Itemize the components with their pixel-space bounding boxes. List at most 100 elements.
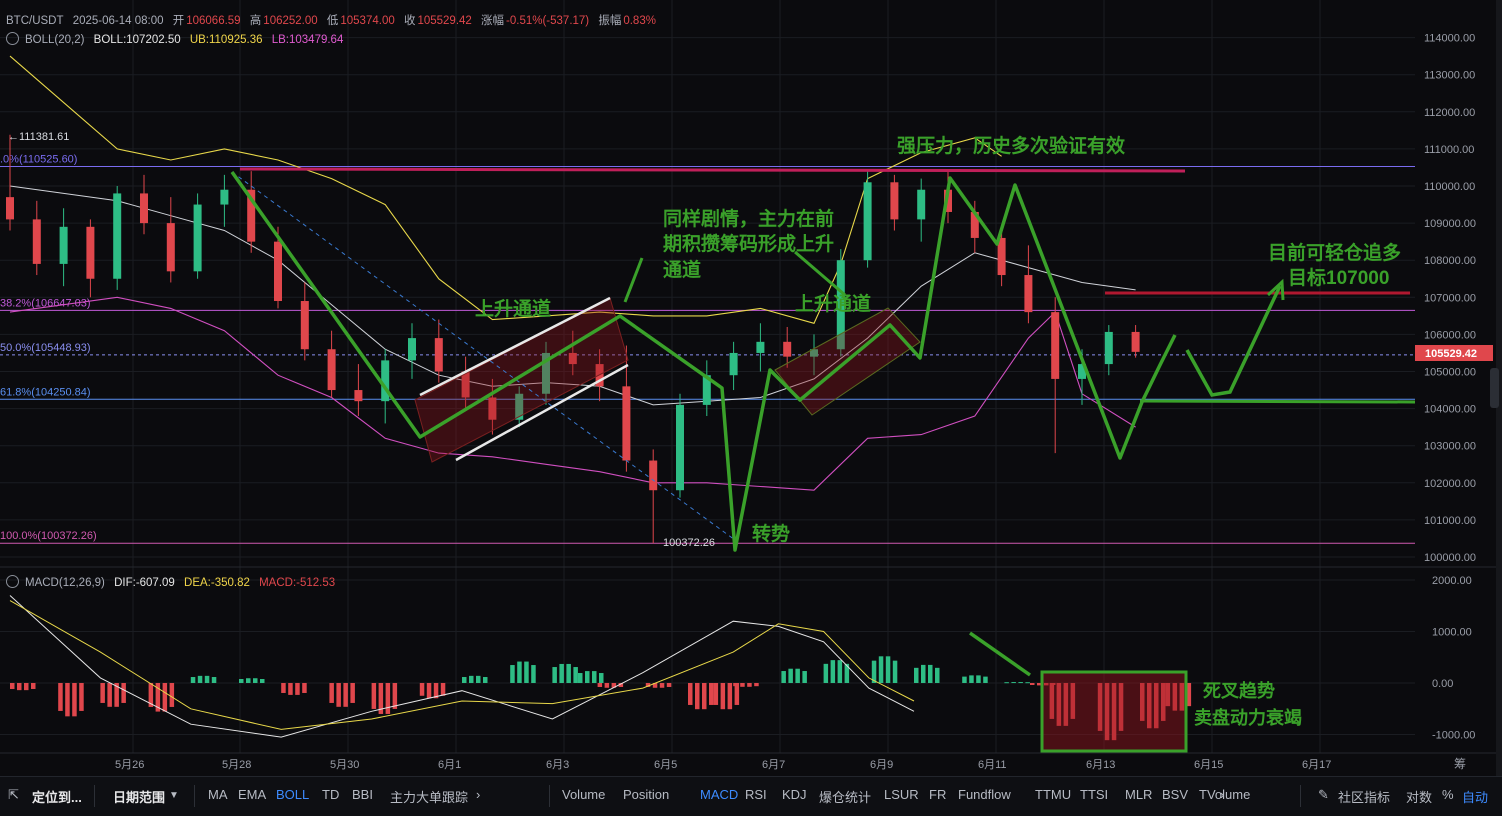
indicator-option-tvolume[interactable]: TVolume (1199, 787, 1250, 802)
open-value: 106066.59 (186, 15, 241, 27)
datetime-label: 2025-06-14 08:00 (72, 15, 164, 27)
chart-annotation: 目前可轻仓追多 (1268, 241, 1401, 264)
log-scale-button[interactable]: 对数 (1406, 787, 1432, 806)
edit-icon[interactable]: ✎ (1318, 787, 1329, 803)
divider (1300, 785, 1301, 807)
chip-distribution-label: 筹 (1454, 757, 1466, 771)
macd-histogram-bar (578, 673, 583, 683)
candle-body (300, 301, 309, 350)
date-tick-label: 6月5 (654, 759, 677, 771)
candle-body (166, 223, 175, 272)
indicator-option-td[interactable]: TD (322, 787, 339, 802)
indicator-option-lsur[interactable]: LSUR (884, 787, 919, 802)
price-tick-label: 108000.00 (1424, 255, 1476, 267)
indicator-option-bbi[interactable]: BBI (352, 787, 373, 802)
indicator-option-ema[interactable]: EMA (238, 787, 266, 802)
fib-level-label: 50.0%(105448.93) (0, 342, 91, 354)
macd-histogram-bar (295, 683, 300, 695)
support-line (1139, 399, 1416, 404)
macd-histogram-bar (65, 683, 70, 717)
macd-annotation: 死叉趋势 (1203, 680, 1275, 701)
indicator-option-ttsi[interactable]: TTSI (1080, 787, 1108, 802)
indicator-option-ttmu[interactable]: TTMU (1035, 787, 1071, 802)
fib-level-label: 61.8%(104250.84) (0, 386, 91, 398)
date-tick-label: 5月30 (330, 759, 359, 771)
chart-canvas[interactable]: 114000.00 113000.00 112000.00 111000.00 1100… (0, 0, 1502, 776)
indicator-option-ma[interactable]: MA (208, 787, 228, 802)
candle-body (676, 404, 684, 491)
chart-annotation: 转势 (752, 522, 790, 545)
divider (94, 785, 95, 807)
indicator-option-rsi[interactable]: RSI (745, 787, 767, 802)
chevron-down-icon[interactable]: ▼ (169, 790, 179, 801)
indicator-option-kdj[interactable]: KDJ (782, 787, 807, 802)
indicator-option-爆仓统计[interactable]: 爆仓统计 (819, 787, 871, 806)
price-tick-label: 101000.00 (1424, 515, 1476, 527)
macd-histogram-bar (197, 675, 203, 683)
macd-histogram-bar (350, 683, 355, 703)
indicator-option-position[interactable]: Position (623, 787, 669, 802)
macd-histogram-bar (740, 683, 745, 687)
macd-histogram-bar (688, 683, 693, 705)
indicator-option-mlr[interactable]: MLR (1125, 787, 1152, 802)
macd-histogram-bar (24, 683, 29, 691)
candle-body (354, 390, 363, 402)
macd-histogram-bar (599, 673, 604, 683)
candle-body (32, 219, 41, 264)
price-tick-label: 111000.00 (1424, 144, 1474, 156)
indicator-option-bsv[interactable]: BSV (1162, 787, 1188, 802)
macd-histogram-bar (666, 683, 672, 687)
macd-histogram-bar (469, 675, 474, 683)
indicator-option-主力大单跟踪[interactable]: 主力大单跟踪 (390, 787, 468, 806)
date-range-button[interactable]: 日期范围 (113, 787, 165, 806)
candle-body (863, 182, 872, 261)
indicator-option-volume[interactable]: Volume (562, 787, 605, 802)
scale-drag-handle[interactable] (1490, 368, 1499, 408)
price-tick-label: 106000.00 (1424, 329, 1476, 341)
macd-hist-value: MACD:-512.53 (259, 577, 336, 589)
amplitude-value: 0.83% (623, 15, 656, 27)
percent-scale-button[interactable]: % (1442, 787, 1454, 802)
price-tick-label: 104000.00 (1424, 404, 1476, 416)
community-indicators-button[interactable]: 社区指标 (1338, 787, 1390, 806)
macd-histogram-bar (969, 675, 974, 683)
macd-histogram-bar (371, 683, 377, 709)
chevron-right-icon[interactable]: › (1220, 787, 1224, 802)
macd-histogram-bar (169, 683, 175, 707)
macd-histogram-bar (585, 671, 590, 683)
locate-icon[interactable]: ⇱ (8, 787, 19, 803)
auto-scale-button[interactable]: 自动 (1462, 787, 1488, 806)
chevron-right-icon[interactable]: › (476, 787, 480, 802)
indicator-option-boll[interactable]: BOLL (276, 787, 309, 802)
macd-histogram-bar (253, 678, 258, 683)
macd-histogram-bar (837, 660, 843, 683)
macd-histogram-bar (302, 683, 307, 693)
macd-dif-value: DIF:-607.09 (114, 577, 175, 589)
macd-histogram-bar (573, 667, 578, 683)
indicator-option-fundflow[interactable]: Fundflow (958, 787, 1011, 802)
macd-histogram-bar (976, 675, 981, 683)
fib-level-label: 100.0%(100372.26) (0, 530, 97, 542)
candle-body (434, 338, 443, 372)
price-tick-label: 103000.00 (1424, 441, 1476, 453)
macd-histogram-bar (392, 683, 398, 709)
macd-histogram-bar (962, 676, 967, 683)
date-tick-label: 6月15 (1194, 759, 1223, 771)
macd-histogram-bar (702, 683, 707, 710)
eye-icon[interactable] (6, 575, 19, 588)
chart-background (0, 0, 1502, 776)
macd-histogram-bar (239, 679, 244, 683)
macd-histogram-bar (281, 683, 286, 693)
date-tick-label: 6月9 (870, 759, 893, 771)
boll-name[interactable]: BOLL(20,2) (25, 34, 84, 46)
chart-annotation: 上升通道 (795, 292, 871, 315)
chart-area[interactable]: 114000.00 113000.00 112000.00 111000.00 1100… (0, 0, 1502, 815)
candle-body (1104, 331, 1113, 365)
change-label: 涨幅 (481, 15, 505, 27)
indicator-option-fr[interactable]: FR (929, 787, 946, 802)
indicator-option-macd[interactable]: MACD (700, 787, 738, 802)
macd-histogram-bar (10, 683, 15, 689)
eye-icon[interactable] (6, 32, 19, 45)
locate-button[interactable]: 定位到... (32, 787, 82, 806)
macd-name[interactable]: MACD(12,26,9) (25, 577, 105, 589)
